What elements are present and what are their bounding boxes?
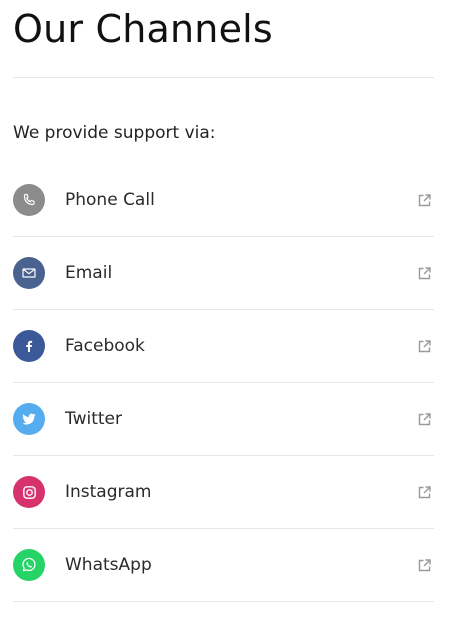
- page-title: Our Channels: [13, 7, 273, 51]
- support-channels-section: Our Channels We provide support via: Pho…: [13, 0, 434, 618]
- channel-label: Instagram: [65, 482, 152, 502]
- channel-instagram[interactable]: Instagram: [13, 456, 434, 529]
- external-link-icon[interactable]: [418, 193, 431, 207]
- channel-whatsapp[interactable]: WhatsApp: [13, 529, 434, 602]
- channel-email[interactable]: Email: [13, 237, 434, 310]
- whatsapp-icon: [13, 549, 45, 581]
- channel-label: Twitter: [65, 409, 122, 429]
- twitter-icon: [13, 403, 45, 435]
- channel-facebook[interactable]: Facebook: [13, 310, 434, 383]
- channel-list: Phone Call Email Facebook Twitter Instag…: [13, 164, 434, 602]
- facebook-icon: [13, 330, 45, 362]
- external-link-icon[interactable]: [418, 558, 431, 572]
- external-link-icon[interactable]: [418, 339, 431, 353]
- channel-label: Email: [65, 263, 113, 283]
- instagram-icon: [13, 476, 45, 508]
- title-divider: [13, 77, 434, 78]
- channel-label: WhatsApp: [65, 555, 152, 575]
- channel-label: Phone Call: [65, 190, 155, 210]
- intro-text: We provide support via:: [13, 123, 216, 143]
- channel-label: Facebook: [65, 336, 145, 356]
- external-link-icon[interactable]: [418, 412, 431, 426]
- channel-phone-call[interactable]: Phone Call: [13, 164, 434, 237]
- phone-icon: [13, 184, 45, 216]
- envelope-icon: [13, 257, 45, 289]
- channel-twitter[interactable]: Twitter: [13, 383, 434, 456]
- external-link-icon[interactable]: [418, 266, 431, 280]
- external-link-icon[interactable]: [418, 485, 431, 499]
